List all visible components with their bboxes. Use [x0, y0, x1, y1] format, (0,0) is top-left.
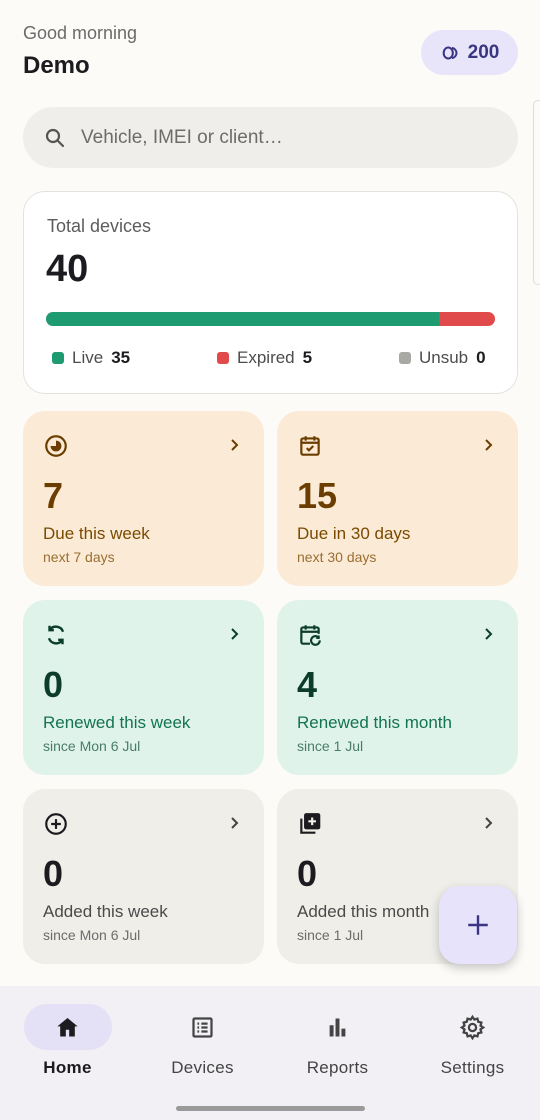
tile-due-this-week[interactable]: 7 Due this week next 7 days [23, 411, 264, 586]
tile-subtitle: next 30 days [297, 549, 377, 565]
credits-badge[interactable]: 200 [421, 30, 518, 75]
calendar-refresh-icon [300, 625, 321, 646]
tile-subtitle: since 1 Jul [297, 738, 364, 754]
chevron-right-icon [485, 628, 493, 640]
devices-status-bar [46, 312, 495, 326]
tile-title: Renewed this week [43, 713, 191, 732]
side-panel-edge[interactable] [533, 100, 540, 285]
tile-subtitle: next 7 days [43, 549, 115, 565]
gear-icon [459, 1014, 486, 1040]
search-input[interactable] [81, 126, 481, 149]
legend-unsub-label: Unsub [419, 348, 469, 367]
tile-renewed-this-week[interactable]: 0 Renewed this week since Mon 6 Jul [23, 600, 264, 775]
greeting-text: Good morning [23, 23, 138, 43]
list-icon [192, 1016, 213, 1038]
tile-value: 0 [297, 853, 318, 894]
nav-home-pill [23, 1004, 112, 1050]
live-dot [52, 352, 64, 364]
legend-unsub-count: 0 [476, 348, 486, 367]
legend-unsub: Unsub 0 [399, 348, 486, 368]
tile-title: Added this week [43, 902, 168, 921]
tile-subtitle: since Mon 6 Jul [43, 927, 141, 943]
legend-expired-count: 5 [302, 348, 313, 367]
home-indicator[interactable] [176, 1106, 365, 1111]
nav-devices[interactable]: Devices [135, 1004, 270, 1084]
tile-value: 7 [43, 475, 64, 516]
search-bar[interactable] [23, 107, 518, 168]
tile-subtitle: since 1 Jul [297, 927, 364, 943]
user-name: Demo [23, 52, 90, 79]
nav-devices-label: Devices [171, 1058, 234, 1077]
coins-icon [442, 45, 458, 60]
home-icon [57, 1017, 78, 1036]
calendar-check-icon [300, 436, 320, 456]
tile-due-in-30-days[interactable]: 15 Due in 30 days next 30 days [277, 411, 518, 586]
unsub-dot [399, 352, 411, 364]
bar-chart-icon [329, 1018, 346, 1036]
tile-title: Due this week [43, 524, 150, 543]
nav-devices-pill [159, 1004, 247, 1050]
legend-expired-label: Expired [237, 348, 295, 367]
nav-reports-pill [294, 1004, 382, 1050]
plus-icon [468, 915, 488, 935]
tile-value: 0 [43, 664, 64, 705]
live-segment [46, 312, 439, 326]
total-devices-count: 40 [46, 248, 89, 290]
legend-live: Live 35 [52, 348, 130, 368]
legend-live-label: Live [72, 348, 104, 367]
legend-expired: Expired 5 [217, 348, 312, 368]
tile-value: 0 [43, 853, 64, 894]
expired-segment [438, 312, 495, 326]
credits-count: 200 [467, 41, 500, 63]
nav-settings-label: Settings [440, 1058, 505, 1077]
nav-reports-label: Reports [306, 1058, 369, 1077]
bottom-navigation: Home Devices Reports Settings [0, 986, 540, 1120]
search-icon [45, 128, 65, 147]
total-devices-card[interactable]: Total devices 40 Live 35 Expired 5 Unsub… [23, 191, 518, 394]
chevron-right-icon [485, 817, 493, 829]
chevron-right-icon [231, 628, 239, 640]
nav-home-label: Home [43, 1058, 92, 1077]
tile-renewed-this-month[interactable]: 4 Renewed this month since 1 Jul [277, 600, 518, 775]
tile-value: 4 [297, 664, 318, 705]
tile-value: 15 [297, 475, 338, 516]
tile-title: Added this month [297, 902, 430, 921]
sync-icon [47, 625, 65, 645]
tile-title: Due in 30 days [297, 524, 411, 543]
chevron-right-icon [485, 439, 493, 451]
tile-title: Renewed this month [297, 713, 452, 732]
nav-settings[interactable]: Settings [405, 1004, 540, 1084]
nav-reports[interactable]: Reports [270, 1004, 405, 1084]
tile-subtitle: since Mon 6 Jul [43, 738, 141, 754]
add-device-fab[interactable] [439, 886, 517, 964]
clock-pie-icon [45, 435, 67, 457]
expired-dot [217, 352, 229, 364]
tile-added-this-week[interactable]: 0 Added this week since Mon 6 Jul [23, 789, 264, 964]
nav-settings-pill [429, 1004, 517, 1050]
library-add-icon [300, 813, 321, 834]
legend-live-count: 35 [111, 348, 131, 367]
add-circle-icon [45, 813, 67, 835]
nav-home[interactable]: Home [0, 1004, 135, 1084]
chevron-right-icon [231, 439, 239, 451]
chevron-right-icon [231, 817, 239, 829]
total-devices-label: Total devices [47, 216, 152, 236]
